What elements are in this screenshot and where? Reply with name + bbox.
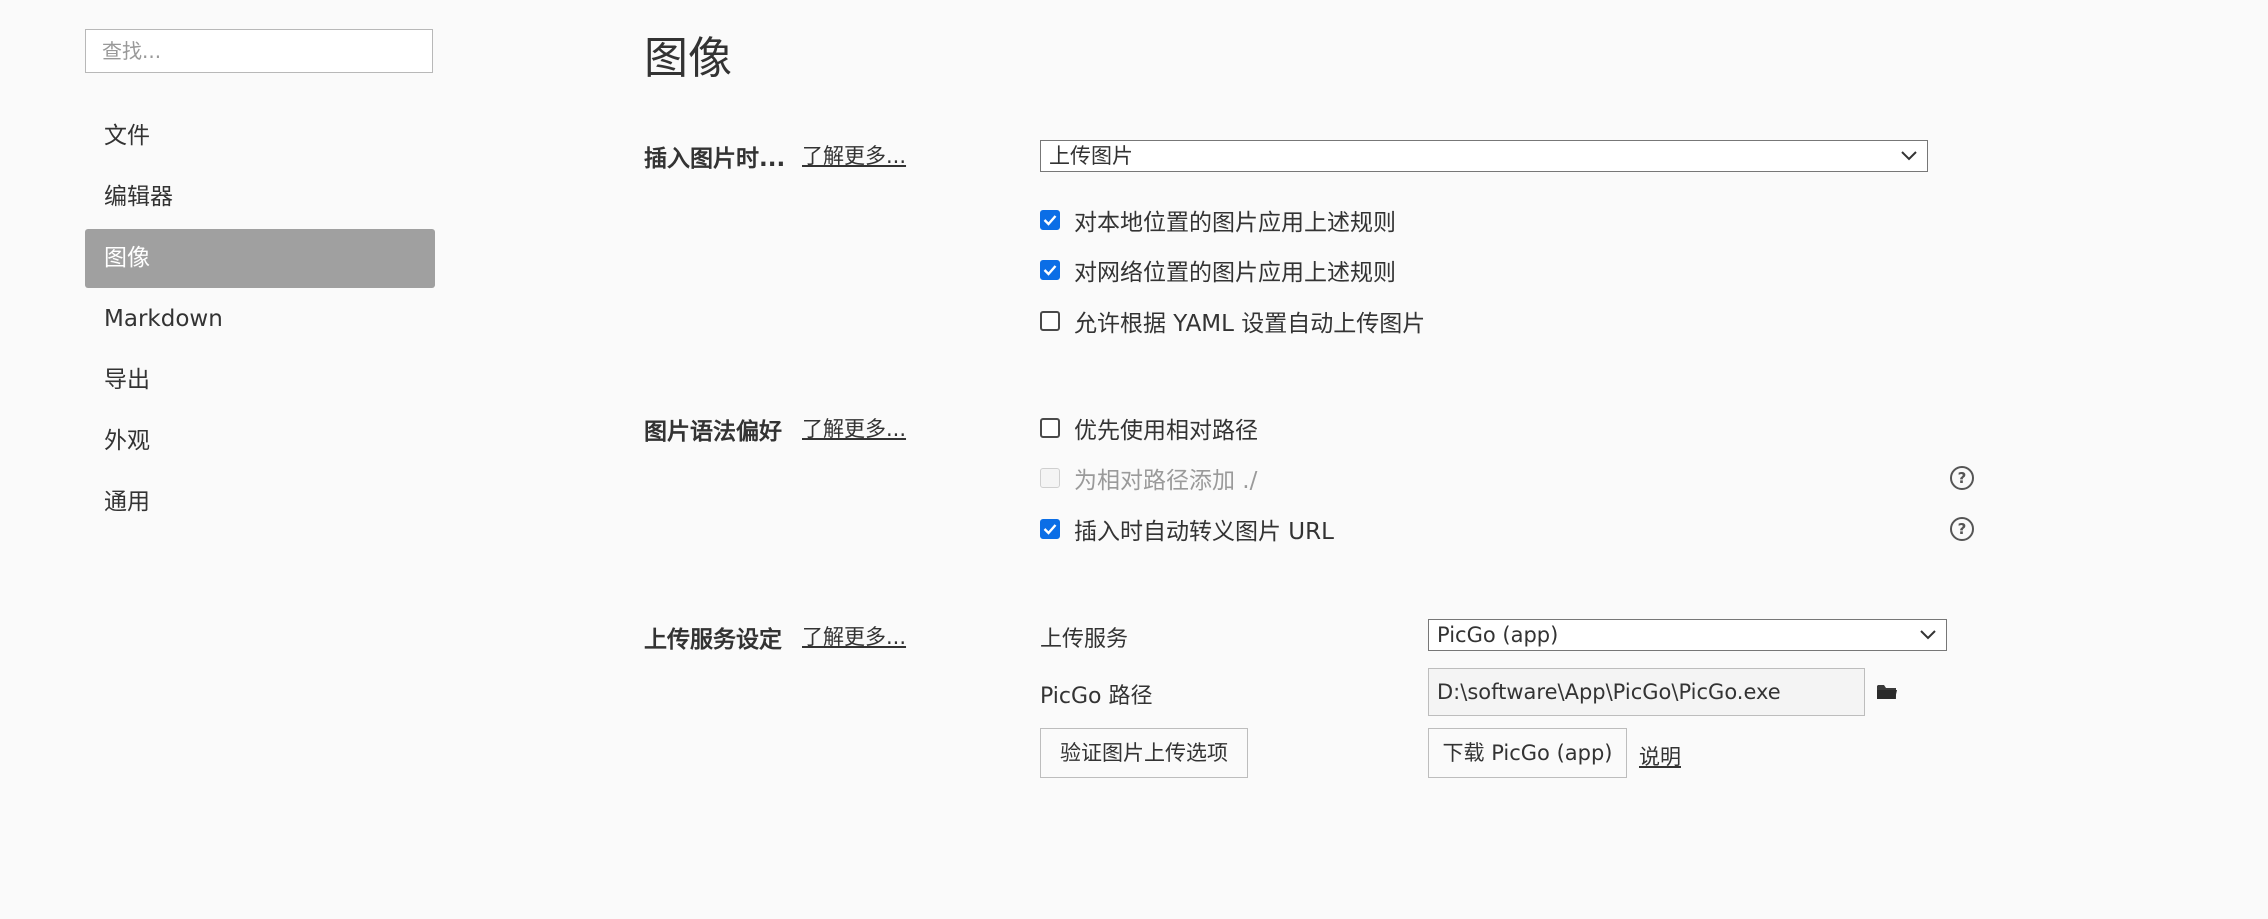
sidebar: 查找... 文件 编辑器 图像 Markdown 导出 外观 通用 xyxy=(0,0,520,919)
page-title: 图像 xyxy=(644,33,732,84)
yaml-auto-upload-option[interactable]: 允许根据 YAML 设置自动上传图片 xyxy=(1040,306,1426,337)
sidebar-item-export[interactable]: 导出 xyxy=(85,351,435,410)
apply-network-rule-option[interactable]: 对网络位置的图片应用上述规则 xyxy=(1040,255,1396,286)
picgo-path-input[interactable]: D:\software\App\PicGo\PicGo.exe xyxy=(1428,668,1865,716)
insert-action-select[interactable]: 上传图片 xyxy=(1040,140,1928,172)
insert-learn-more-link[interactable]: 了解更多... xyxy=(802,140,906,170)
upload-service-label: 上传服务 xyxy=(1040,627,1129,652)
insert-action-select-value: 上传图片 xyxy=(1049,144,1133,168)
escape-url-checkbox[interactable] xyxy=(1040,519,1060,539)
check-icon xyxy=(1043,215,1057,226)
chevron-down-icon xyxy=(1901,151,1917,161)
yaml-auto-upload-label: 允许根据 YAML 设置自动上传图片 xyxy=(1074,311,1426,337)
apply-local-rule-option[interactable]: 对本地位置的图片应用上述规则 xyxy=(1040,205,1396,236)
sidebar-item-markdown[interactable]: Markdown xyxy=(85,290,435,349)
syntax-learn-more-link[interactable]: 了解更多... xyxy=(802,413,906,443)
instructions-link[interactable]: 说明 xyxy=(1639,741,1681,771)
sidebar-item-general[interactable]: 通用 xyxy=(85,473,435,532)
insert-section-label: 插入图片时... xyxy=(644,146,786,172)
prefer-relative-path-label: 优先使用相对路径 xyxy=(1074,418,1258,444)
apply-local-rule-label: 对本地位置的图片应用上述规则 xyxy=(1074,210,1396,236)
sidebar-item-file[interactable]: 文件 xyxy=(85,107,435,166)
add-dot-slash-label: 为相对路径添加 ./ xyxy=(1074,468,1258,494)
apply-network-rule-label: 对网络位置的图片应用上述规则 xyxy=(1074,260,1396,286)
sidebar-item-editor[interactable]: 编辑器 xyxy=(85,168,435,227)
help-icon[interactable]: ? xyxy=(1950,517,1974,541)
prefer-relative-path-option[interactable]: 优先使用相对路径 xyxy=(1040,413,1258,444)
escape-url-label: 插入时自动转义图片 URL xyxy=(1074,519,1334,545)
add-dot-slash-option: 为相对路径添加 ./ xyxy=(1040,463,1258,494)
yaml-auto-upload-checkbox[interactable] xyxy=(1040,311,1060,331)
prefer-relative-path-checkbox[interactable] xyxy=(1040,418,1060,438)
escape-url-option[interactable]: 插入时自动转义图片 URL xyxy=(1040,514,1334,545)
sidebar-item-image[interactable]: 图像 xyxy=(85,229,435,288)
upload-learn-more-link[interactable]: 了解更多... xyxy=(802,621,906,651)
syntax-section-label: 图片语法偏好 xyxy=(644,419,782,445)
picgo-path-label: PicGo 路径 xyxy=(1040,684,1153,709)
sidebar-item-appearance[interactable]: 外观 xyxy=(85,412,435,471)
upload-service-select-value: PicGo (app) xyxy=(1437,623,1559,647)
upload-section-label: 上传服务设定 xyxy=(644,627,782,653)
check-icon xyxy=(1043,524,1057,535)
search-input[interactable]: 查找... xyxy=(85,29,433,73)
check-icon xyxy=(1043,265,1057,276)
add-dot-slash-checkbox xyxy=(1040,468,1060,488)
help-icon[interactable]: ? xyxy=(1950,466,1974,490)
apply-network-rule-checkbox[interactable] xyxy=(1040,260,1060,280)
apply-local-rule-checkbox[interactable] xyxy=(1040,210,1060,230)
upload-service-select[interactable]: PicGo (app) xyxy=(1428,619,1947,651)
verify-upload-button[interactable]: 验证图片上传选项 xyxy=(1040,728,1248,778)
chevron-down-icon xyxy=(1920,630,1936,640)
folder-icon[interactable] xyxy=(1876,683,1898,701)
download-picgo-button[interactable]: 下载 PicGo (app) xyxy=(1428,728,1627,778)
